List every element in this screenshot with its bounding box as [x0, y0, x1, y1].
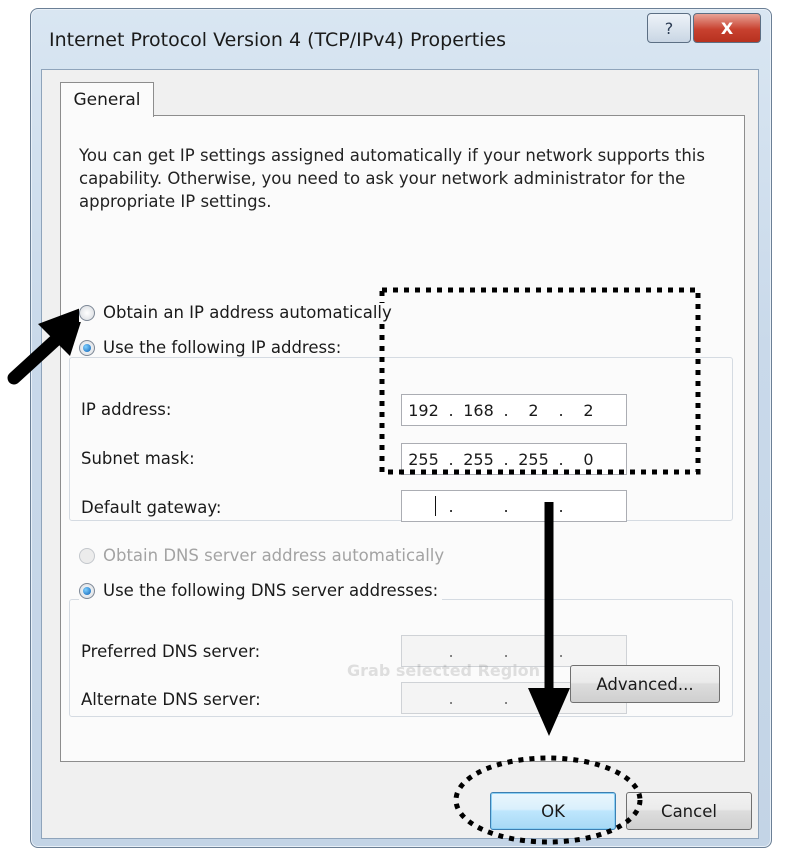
- radio-obtain-dns-auto: Obtain DNS server address automatically: [79, 546, 449, 565]
- cancel-button[interactable]: Cancel: [626, 792, 752, 830]
- octet-separator: .: [448, 688, 454, 708]
- octet: 0: [583, 449, 594, 469]
- octet-separator: .: [503, 641, 509, 661]
- radio-button-icon: [79, 304, 95, 321]
- preferred-dns-label: Preferred DNS server:: [81, 642, 261, 661]
- octet: 255: [463, 449, 494, 469]
- radio-label: Use the following DNS server addresses:: [103, 581, 439, 600]
- octet-separator: .: [503, 496, 509, 516]
- intro-text: You can get IP settings assigned automat…: [79, 146, 705, 211]
- radio-selected-icon: [79, 339, 95, 356]
- ip-address-input[interactable]: 192. 168. 2. 2: [401, 394, 627, 426]
- octet-separator: .: [503, 688, 509, 708]
- octet-separator: .: [448, 496, 454, 516]
- default-gateway-input[interactable]: . . .: [401, 490, 627, 522]
- dialog-body: General You can get IP settings assigned…: [41, 69, 759, 839]
- radio-label: Obtain DNS server address automatically: [103, 546, 445, 565]
- radio-selected-icon: [79, 582, 95, 599]
- octet-separator: .: [558, 641, 564, 661]
- subnet-mask-input[interactable]: 255. 255. 255. 0: [401, 443, 627, 475]
- close-button[interactable]: X: [693, 13, 761, 43]
- default-gateway-label: Default gateway:: [81, 498, 222, 517]
- subnet-mask-label: Subnet mask:: [81, 449, 195, 468]
- window-title: Internet Protocol Version 4 (TCP/IPv4) P…: [49, 29, 507, 51]
- radio-use-following-ip[interactable]: Use the following IP address:: [79, 338, 346, 357]
- octet-separator: .: [448, 641, 454, 661]
- close-icon: X: [720, 18, 734, 38]
- alternate-dns-label: Alternate DNS server:: [81, 690, 261, 709]
- octet: 255: [518, 449, 549, 469]
- screen-capture-watermark: Grab selected Region: [347, 661, 541, 680]
- radio-disabled-icon: [79, 547, 95, 564]
- octet-separator: .: [448, 400, 454, 420]
- octet: 2: [528, 400, 539, 420]
- octet-separator: .: [448, 449, 454, 469]
- advanced-button[interactable]: Advanced...: [570, 665, 720, 703]
- radio-use-following-dns[interactable]: Use the following DNS server addresses:: [79, 581, 443, 600]
- ok-button[interactable]: OK: [490, 792, 616, 830]
- octet-separator: .: [558, 449, 564, 469]
- octet-separator: .: [558, 400, 564, 420]
- octet: 192: [408, 400, 439, 420]
- octet-separator: .: [503, 400, 509, 420]
- octet-separator: .: [558, 496, 564, 516]
- radio-label: Obtain an IP address automatically: [103, 303, 392, 322]
- tab-general[interactable]: General: [60, 82, 154, 117]
- help-button[interactable]: ?: [647, 13, 691, 43]
- octet: 2: [583, 400, 594, 420]
- octet: 255: [408, 449, 439, 469]
- help-icon: ?: [664, 18, 674, 38]
- radio-label: Use the following IP address:: [103, 338, 342, 357]
- radio-obtain-ip-auto[interactable]: Obtain an IP address automatically: [79, 303, 396, 322]
- octet: 168: [463, 400, 494, 420]
- octet-separator: .: [503, 449, 509, 469]
- octet-separator: .: [558, 688, 564, 708]
- tcpip-properties-dialog: Internet Protocol Version 4 (TCP/IPv4) P…: [30, 8, 772, 848]
- text-cursor: [435, 496, 436, 516]
- ip-address-label: IP address:: [81, 400, 172, 419]
